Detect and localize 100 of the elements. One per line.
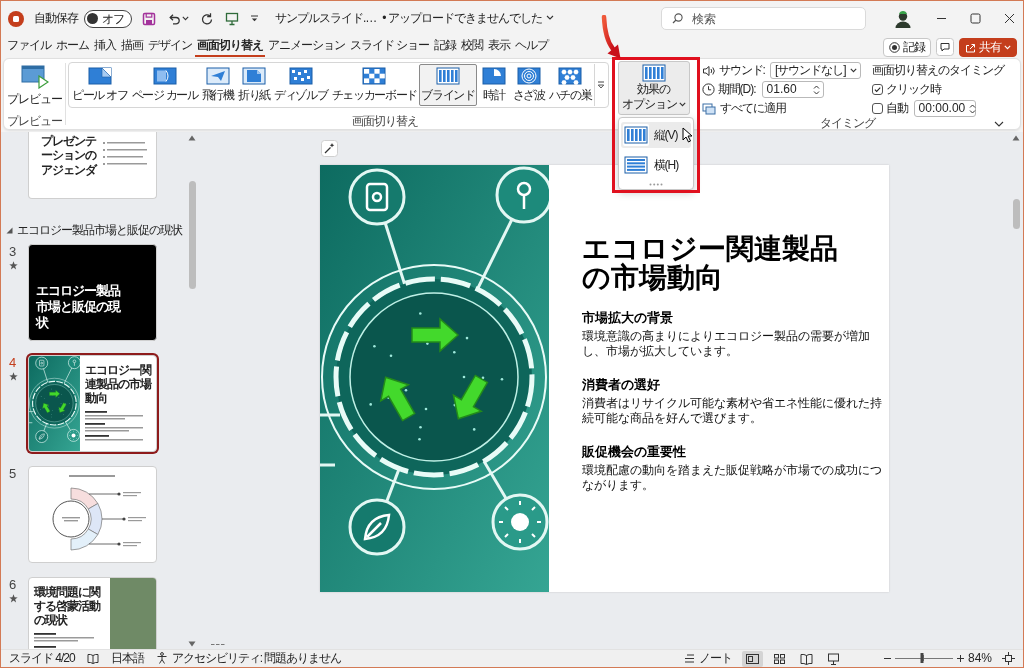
on-click-checkbox[interactable] xyxy=(871,84,883,95)
user-avatar-icon[interactable] xyxy=(893,8,913,29)
thumbnail-title: エコロジー関連製品の市場動向 xyxy=(85,364,153,406)
collapse-ribbon-icon[interactable] xyxy=(993,120,1004,127)
slide-thumbnail[interactable]: 環境問題に関する啓蒙活動の現状 xyxy=(28,577,157,649)
undo-icon[interactable] xyxy=(167,11,181,26)
ribbon-tab[interactable]: ホーム xyxy=(54,37,91,57)
share-icon xyxy=(965,41,976,53)
scrollbar-thumb[interactable] xyxy=(188,181,196,289)
search-icon xyxy=(672,13,684,24)
vertical-blinds-icon xyxy=(641,64,666,82)
transition-option[interactable]: ピール オフ xyxy=(70,64,130,106)
caret-icon xyxy=(182,16,189,21)
menu-option[interactable]: 横(H) xyxy=(620,152,691,178)
ribbon-tab[interactable]: ヘルプ xyxy=(513,37,551,57)
redo-icon[interactable] xyxy=(200,11,214,26)
apply-all-button[interactable]: すべてに適用 xyxy=(701,100,861,117)
wand-sparkle-icon[interactable] xyxy=(321,140,338,157)
notes-button[interactable]: ノート xyxy=(683,651,732,666)
duration-field[interactable]: 01.60 xyxy=(761,81,824,98)
ribbon-tab[interactable]: 校閲 xyxy=(459,37,486,57)
maximize-icon[interactable] xyxy=(970,13,981,24)
ribbon-tab[interactable]: 描画 xyxy=(119,37,145,57)
resize-grip-icon[interactable] xyxy=(648,183,663,186)
book-icon[interactable] xyxy=(86,653,99,664)
thumbnail-title: プレゼンテーションのアジェンダ xyxy=(39,133,97,179)
upload-status-button[interactable]: • アップロードできませんでした xyxy=(382,11,554,26)
section-body: 消費者はリサイクル可能な素材や省エネ性能に優れた持続可能な商品を好んで選びます。 xyxy=(581,395,882,427)
stacked-slides-icon xyxy=(701,102,716,115)
scroll-up-icon[interactable] xyxy=(188,135,196,141)
timing-heading: 画面切り替えのタイミング xyxy=(871,63,1004,78)
section-heading: 消費者の選好 xyxy=(581,376,661,394)
ripple-icon xyxy=(516,67,541,86)
accessibility-button[interactable]: アクセシビリティ: 問題ありません xyxy=(155,651,342,666)
chevron-down-icon xyxy=(545,15,554,22)
spin-arrows-icon xyxy=(969,102,977,115)
normal-view-icon[interactable] xyxy=(741,650,763,667)
ribbon-tab[interactable]: ファイル xyxy=(5,37,53,57)
transition-option[interactable]: 時計 xyxy=(476,64,511,106)
record-button[interactable]: 記録 xyxy=(883,37,931,57)
expanded-triangle-icon[interactable] xyxy=(6,226,13,234)
photo-placeholder xyxy=(110,578,156,649)
ribbon-tab[interactable]: 画面切り替え xyxy=(195,37,265,57)
effect-options-button[interactable]: 効果の オプション xyxy=(617,61,690,115)
transition-option[interactable]: ページ カール xyxy=(129,64,200,106)
zoom-percentage[interactable]: 84% xyxy=(967,651,992,666)
transition-option[interactable]: ハチの巣 xyxy=(546,64,594,106)
splitter-grip-icon[interactable] xyxy=(211,643,225,646)
ribbon-tab[interactable]: デザイン xyxy=(146,37,194,57)
comment-icon[interactable] xyxy=(936,38,954,56)
clock-icon xyxy=(701,83,715,96)
transition-option[interactable]: ディゾルブ xyxy=(272,64,330,106)
peel-corner-icon xyxy=(87,67,112,86)
ribbon-tab[interactable]: スライド ショー xyxy=(348,37,432,57)
preview-button[interactable]: プレビュー xyxy=(6,61,63,111)
transition-option[interactable]: ブラインド xyxy=(419,64,477,106)
ribbon-tab[interactable]: 記録 xyxy=(432,37,459,57)
minus-icon[interactable] xyxy=(883,655,891,662)
caret-icon xyxy=(678,102,686,108)
scrollbar-thumb[interactable] xyxy=(1012,199,1020,229)
slide-thumbnail[interactable]: エコロジー関連製品の市場動向 xyxy=(28,355,157,453)
accessibility-icon xyxy=(155,652,168,665)
language-label[interactable]: 日本語 xyxy=(110,651,144,666)
section-title[interactable]: エコロジー製品市場と販促の現状 xyxy=(16,223,183,238)
vertical-blinds-icon xyxy=(435,67,460,86)
ribbon-tab[interactable]: 表示 xyxy=(486,37,513,57)
thumbnail-title: 環境問題に関する啓蒙活動の現状 xyxy=(34,586,102,628)
toggle-knob-icon xyxy=(87,13,98,24)
plus-icon[interactable] xyxy=(956,655,964,662)
ribbon-tab[interactable]: アニメーション xyxy=(266,37,347,57)
auto-advance-checkbox[interactable] xyxy=(871,103,883,114)
transition-option[interactable]: 飛行機 xyxy=(199,64,236,106)
scroll-down-icon[interactable] xyxy=(188,641,196,647)
transition-option[interactable]: 折り紙 xyxy=(235,64,272,106)
slide-title: エコロジー関連製品の市場動向 xyxy=(581,234,839,293)
autosave-toggle[interactable]: オフ xyxy=(84,9,132,28)
folded-paper-icon xyxy=(241,67,266,86)
checkbox-label: クリック時 xyxy=(885,82,941,97)
slide-number: 3 xyxy=(9,245,17,259)
sound-dropdown[interactable]: [サウンドなし] xyxy=(769,62,861,79)
save-icon[interactable] xyxy=(142,11,156,26)
paper-plane-icon xyxy=(205,67,230,86)
search-field[interactable]: 検索 xyxy=(661,7,867,30)
autosave-label: 自動保存 xyxy=(34,11,78,26)
presentation-screen-icon[interactable] xyxy=(225,11,239,26)
slide-number: 5 xyxy=(9,467,17,481)
zoom-slider-thumb[interactable] xyxy=(920,653,924,664)
slide-thumbnail[interactable]: エコロジー製品市場と販促の現状 xyxy=(28,244,157,342)
menu-option[interactable]: 縦(V) xyxy=(620,122,691,148)
slide-thumbnail[interactable]: プレゼンテーションのアジェンダ xyxy=(28,132,157,199)
auto-time-field[interactable]: 00:00.00 xyxy=(913,100,976,117)
scroll-up-icon[interactable] xyxy=(1012,135,1020,141)
customize-caret-icon[interactable] xyxy=(250,14,259,23)
fit-to-window-icon[interactable] xyxy=(1002,652,1015,665)
transition-option[interactable]: チェッカーボード xyxy=(329,64,420,106)
close-icon[interactable] xyxy=(1004,13,1015,24)
ribbon-tab[interactable]: 挿入 xyxy=(92,37,118,57)
file-name[interactable]: サンプルスライド.… xyxy=(275,11,377,26)
transition-option[interactable]: さざ波 xyxy=(510,64,547,106)
share-button[interactable]: 共有 xyxy=(959,37,1017,57)
